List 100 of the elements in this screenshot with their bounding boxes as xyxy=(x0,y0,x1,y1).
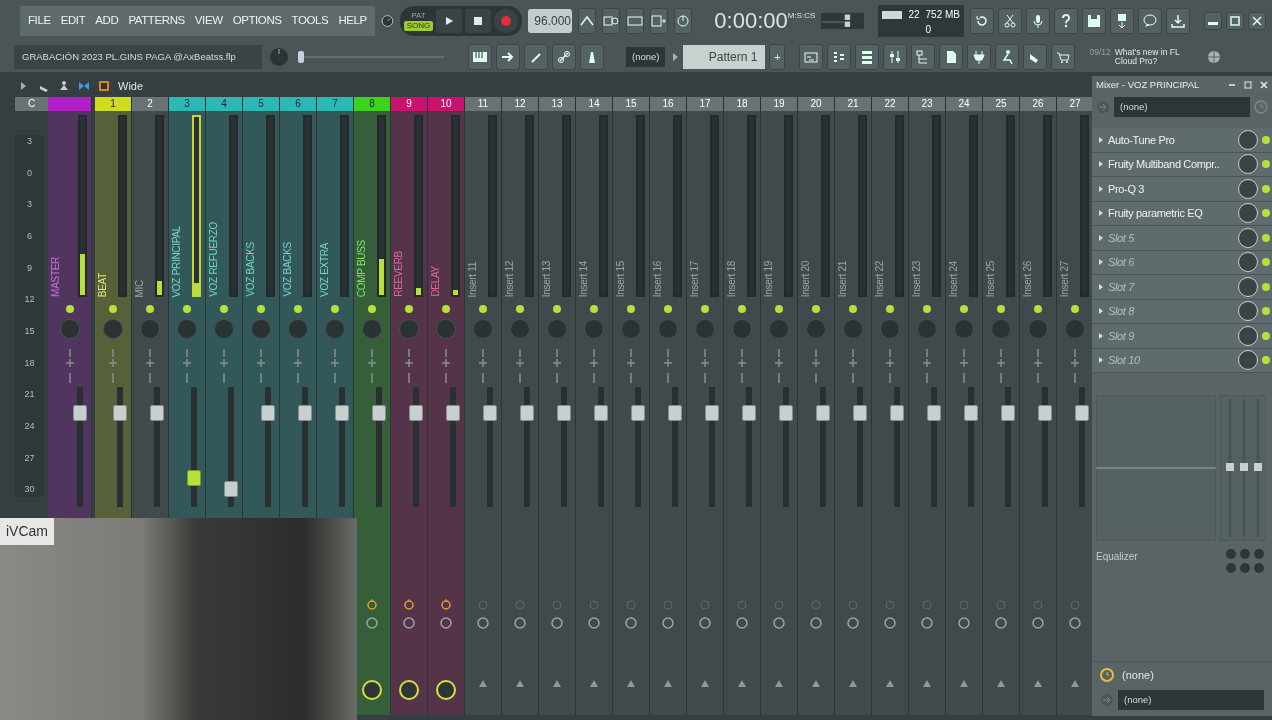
mixer-button[interactable] xyxy=(883,44,908,70)
volume-fader[interactable] xyxy=(816,404,830,421)
enable-dot[interactable] xyxy=(368,305,376,313)
arrow-up-icon[interactable] xyxy=(663,679,673,687)
stereo-icon[interactable] xyxy=(848,349,858,383)
volume-fader[interactable] xyxy=(1038,404,1052,421)
enable-dot[interactable] xyxy=(405,305,413,313)
mixer-strip[interactable]: 20 Insert 20 xyxy=(798,97,835,715)
volume-fader[interactable] xyxy=(187,470,201,487)
stereo-icon[interactable] xyxy=(293,349,303,383)
piano-button[interactable] xyxy=(468,44,492,70)
effect-slot[interactable]: Pro-Q 3 xyxy=(1092,177,1272,202)
microphone-button[interactable] xyxy=(1026,8,1050,34)
arrow-up-icon[interactable] xyxy=(515,679,525,687)
enable-dot[interactable] xyxy=(1034,305,1042,313)
mix-knob[interactable] xyxy=(1238,350,1258,371)
mixer-strip[interactable]: 24 Insert 24 xyxy=(946,97,983,715)
stereo-icon[interactable] xyxy=(515,349,525,383)
volume-fader[interactable] xyxy=(705,404,719,421)
mixer-strip[interactable]: 16 Insert 16 xyxy=(650,97,687,715)
mixer-strip[interactable]: 17 Insert 17 xyxy=(687,97,724,715)
knob-icon[interactable] xyxy=(551,617,563,629)
volume-fader[interactable] xyxy=(372,404,386,421)
plug-button[interactable] xyxy=(967,44,992,70)
mixer-strip[interactable]: 11 Insert 11 xyxy=(465,97,502,715)
knob-icon[interactable] xyxy=(1069,617,1081,629)
mixer-strip[interactable]: 25 Insert 25 xyxy=(983,97,1020,715)
enable-dot[interactable] xyxy=(849,305,857,313)
stereo-icon[interactable] xyxy=(1070,349,1080,383)
menu-item[interactable]: EDIT xyxy=(56,10,90,32)
browser-button[interactable] xyxy=(911,44,936,70)
enable-dot[interactable] xyxy=(1262,307,1270,316)
stereo-icon[interactable] xyxy=(404,349,414,383)
enable-dot[interactable] xyxy=(331,305,339,313)
knob-icon[interactable] xyxy=(403,617,415,629)
knob-icon[interactable] xyxy=(995,617,1007,629)
mode-toggle[interactable]: SONG xyxy=(403,21,434,31)
menu-item[interactable]: TOOLS xyxy=(287,10,333,32)
enable-dot[interactable] xyxy=(997,305,1005,313)
knob-icon[interactable] xyxy=(477,617,489,629)
enable-dot[interactable] xyxy=(664,305,672,313)
enable-dot[interactable] xyxy=(960,305,968,313)
effect-slot[interactable]: Slot 8 xyxy=(1092,299,1272,324)
mix-knob[interactable] xyxy=(1238,276,1258,297)
enable-dot[interactable] xyxy=(257,305,265,313)
enable-dot[interactable] xyxy=(220,305,228,313)
news-headline[interactable]: What's new in FL Cloud Pro? xyxy=(1114,47,1202,67)
enable-dot[interactable] xyxy=(775,305,783,313)
caret-icon[interactable] xyxy=(671,52,680,62)
stereo-icon[interactable] xyxy=(256,349,266,383)
knob-icon[interactable] xyxy=(958,617,970,629)
chat-button[interactable] xyxy=(1138,8,1162,34)
clock-icon[interactable] xyxy=(1100,668,1114,682)
cable-knob-icon[interactable] xyxy=(361,679,383,701)
undo-button[interactable] xyxy=(970,8,994,34)
volume-fader[interactable] xyxy=(335,404,349,421)
volume-fader[interactable] xyxy=(742,404,756,421)
arrow-up-icon[interactable] xyxy=(996,679,1006,687)
tool-grid-button[interactable] xyxy=(626,8,645,34)
knob-icon[interactable] xyxy=(736,617,748,629)
knob-icon[interactable] xyxy=(810,617,822,629)
mixer-strip[interactable]: 22 Insert 22 xyxy=(872,97,909,715)
arrow-up-icon[interactable] xyxy=(589,679,599,687)
effect-slot[interactable]: Fruity Multiband Compr.. xyxy=(1092,152,1272,177)
input-icon[interactable] xyxy=(1096,100,1110,114)
minimize-button[interactable] xyxy=(1204,12,1222,30)
effect-slot[interactable]: Fruity parametric EQ xyxy=(1092,201,1272,226)
mixer-strip[interactable]: 8 COMP BUSS xyxy=(354,97,391,715)
effect-slot[interactable]: Slot 6 xyxy=(1092,250,1272,275)
mixer-strip[interactable]: 14 Insert 14 xyxy=(576,97,613,715)
mix-knob[interactable] xyxy=(1238,252,1258,273)
minimize-icon[interactable] xyxy=(1228,81,1236,89)
mix-knob[interactable] xyxy=(1238,301,1258,322)
volume-fader[interactable] xyxy=(150,404,164,421)
latency-selector[interactable]: (none) xyxy=(1122,666,1154,684)
enable-dot[interactable] xyxy=(886,305,894,313)
enable-dot[interactable] xyxy=(1262,331,1270,340)
enable-dot[interactable] xyxy=(183,305,191,313)
volume-fader[interactable] xyxy=(557,404,571,421)
enable-dot[interactable] xyxy=(1262,209,1270,218)
enable-dot[interactable] xyxy=(1262,184,1270,193)
send-knob-icon[interactable] xyxy=(441,599,451,611)
arrow-up-icon[interactable] xyxy=(1070,679,1080,687)
volume-fader[interactable] xyxy=(113,404,127,421)
stereo-icon[interactable] xyxy=(367,349,377,383)
add-pattern-button[interactable]: + xyxy=(769,44,786,70)
stereo-icon[interactable] xyxy=(441,349,451,383)
enable-dot[interactable] xyxy=(701,305,709,313)
knob-icon[interactable] xyxy=(699,617,711,629)
enable-dot[interactable] xyxy=(1071,305,1079,313)
mix-knob[interactable] xyxy=(1238,325,1258,346)
eq-faders-icon[interactable] xyxy=(1220,395,1266,541)
enable-dot[interactable] xyxy=(516,305,524,313)
mixer-strip[interactable]: 15 Insert 15 xyxy=(613,97,650,715)
stereo-icon[interactable] xyxy=(885,349,895,383)
send-knob-icon[interactable] xyxy=(404,599,414,611)
volume-fader[interactable] xyxy=(520,404,534,421)
arrow-up-icon[interactable] xyxy=(478,679,488,687)
volume-fader[interactable] xyxy=(483,404,497,421)
enable-dot[interactable] xyxy=(294,305,302,313)
